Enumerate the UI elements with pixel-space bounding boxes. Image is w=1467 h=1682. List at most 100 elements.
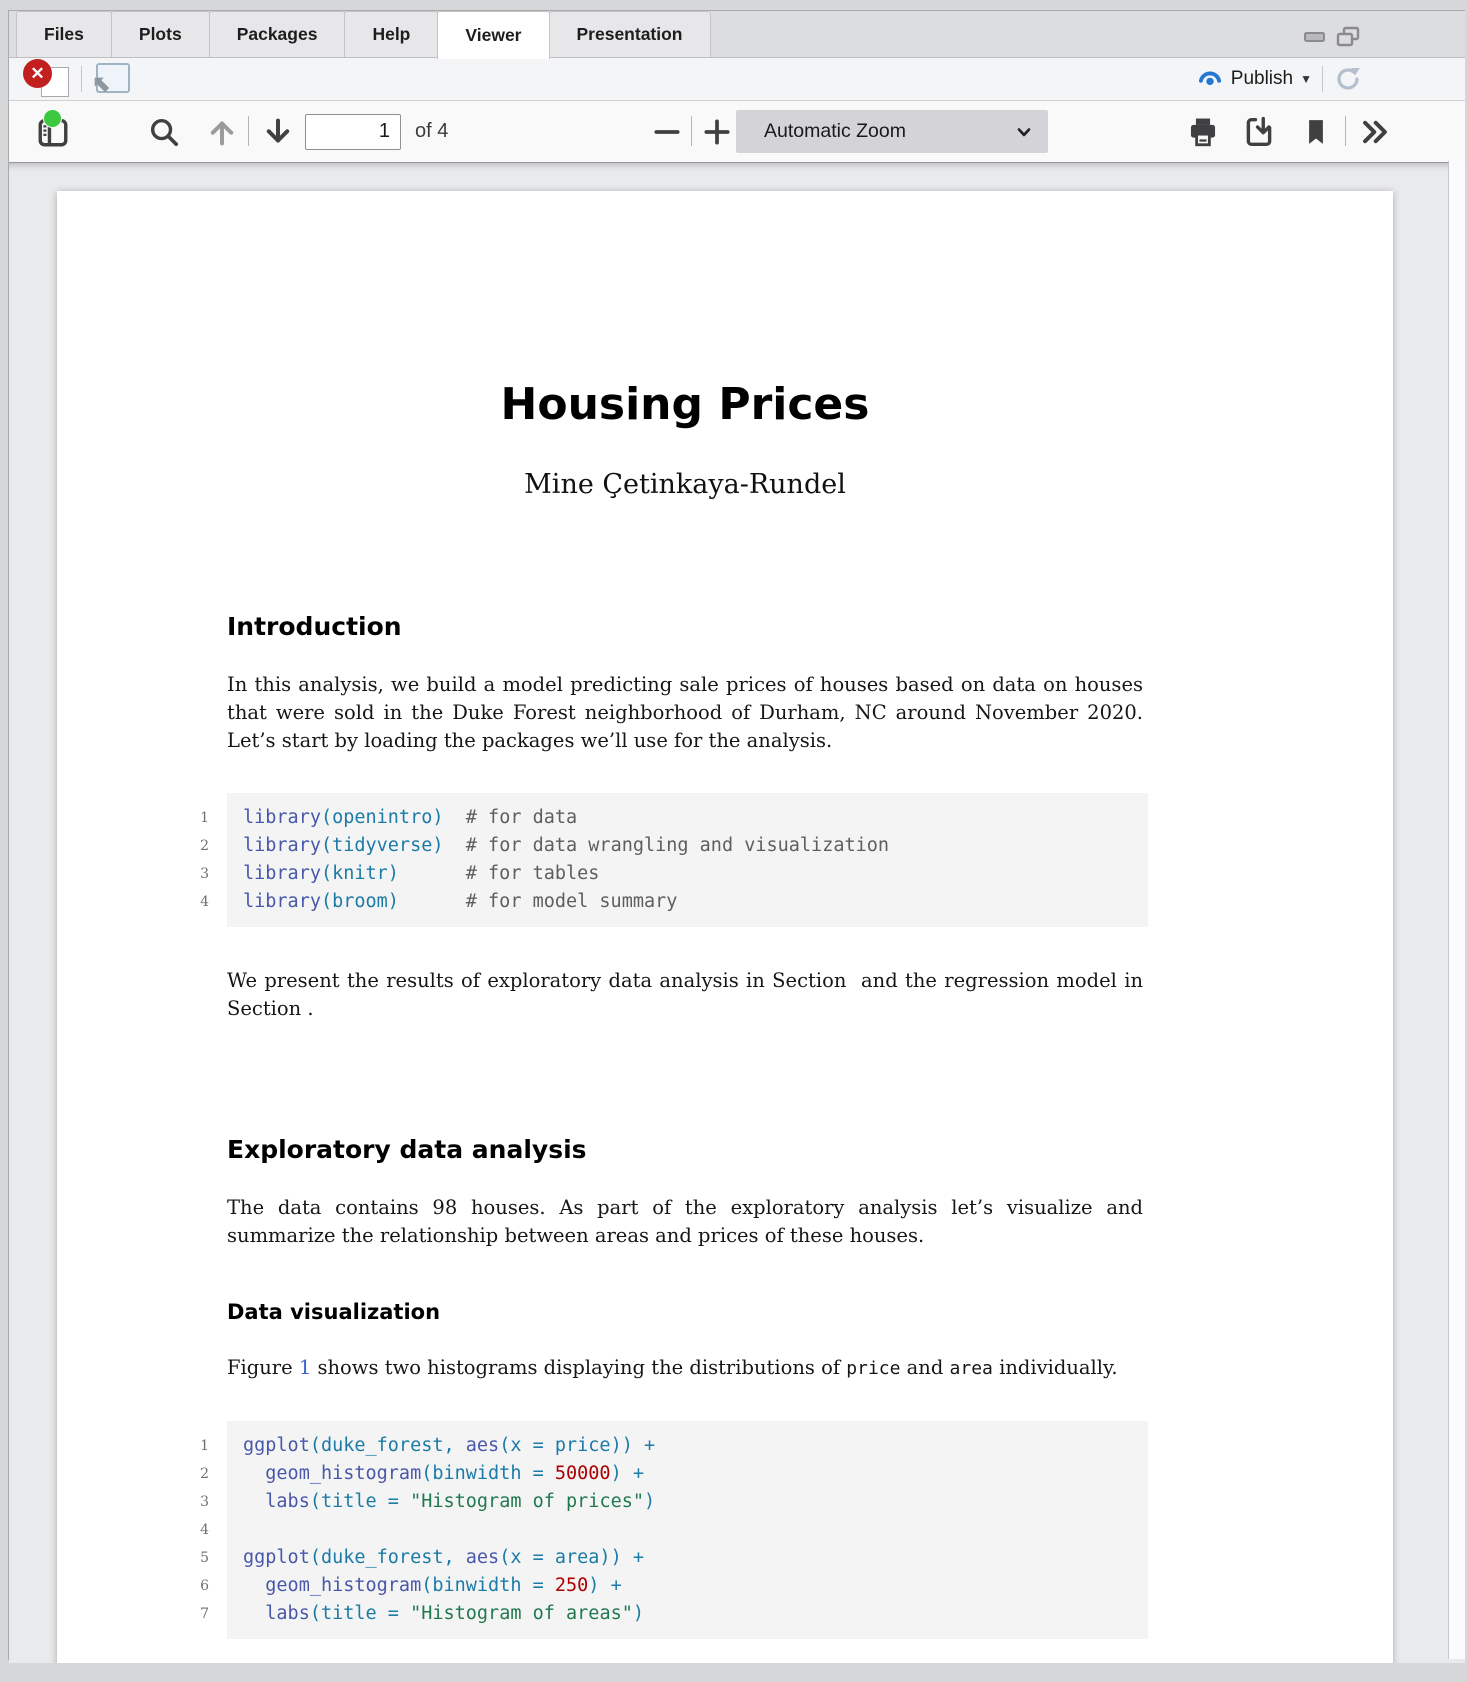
zoom-in-button[interactable] <box>701 116 733 148</box>
code-token: labs <box>265 1491 310 1512</box>
doc-paragraph: Figure 1 shows two histograms displaying… <box>227 1354 1143 1383</box>
chevron-down-icon: ▼ <box>1300 72 1312 86</box>
code-token: (openintro) <box>321 807 444 828</box>
code-line <box>243 1516 1148 1544</box>
figure-reference-link[interactable]: 1 <box>299 1356 311 1379</box>
doc-paragraph: The data contains 98 houses. As part of … <box>227 1194 1143 1250</box>
maximize-pane-icon[interactable] <box>1335 26 1361 48</box>
code-token: ggplot <box>243 1435 310 1456</box>
zoom-out-button[interactable] <box>651 116 683 148</box>
text-run: and <box>900 1356 949 1379</box>
open-in-new-window-button[interactable]: ⬉ <box>92 63 130 95</box>
page-count-label: of 4 <box>415 120 448 143</box>
line-number: 1 <box>185 1432 209 1460</box>
code-token: ) <box>633 1603 644 1624</box>
toolbar-divider <box>691 116 692 146</box>
viewer-scrollbar[interactable] <box>1448 161 1465 1659</box>
tab-help[interactable]: Help <box>344 11 438 57</box>
minimize-pane-icon[interactable] <box>1303 28 1327 46</box>
code-token: (knitr) <box>321 863 399 884</box>
tab-plots[interactable]: Plots <box>111 11 210 57</box>
code-line: library(broom) # for model summary <box>243 888 1148 916</box>
line-number: 6 <box>185 1572 209 1600</box>
line-number: 4 <box>185 1516 209 1544</box>
code-token: 250 <box>555 1575 588 1596</box>
code-token: (title = <box>310 1491 410 1512</box>
code-line: geom_histogram(binwidth = 250) + <box>243 1572 1148 1600</box>
line-number: 3 <box>185 860 209 888</box>
tab-files[interactable]: Files <box>16 11 112 57</box>
line-number: 1 <box>185 804 209 832</box>
code-line-numbers: 1234 <box>185 793 209 927</box>
rstudio-viewer-pane: FilesPlotsPackagesHelpViewerPresentation… <box>8 10 1465 1660</box>
text-run: individually. <box>993 1356 1118 1379</box>
code-token: (duke_forest, <box>310 1435 466 1456</box>
text-run: We present the results of exploratory da… <box>227 969 1143 1020</box>
line-number: 2 <box>185 1460 209 1488</box>
search-button[interactable] <box>147 115 181 149</box>
code-token: geom_histogram <box>265 1575 421 1596</box>
code-token: library <box>243 891 321 912</box>
code-token: ) <box>644 1491 655 1512</box>
code-token: geom_histogram <box>265 1463 421 1484</box>
next-page-button[interactable] <box>261 115 295 149</box>
code-token <box>243 1463 265 1484</box>
current-view-bookmark-button[interactable] <box>1301 115 1331 149</box>
code-token: # for data wrangling and visualization <box>444 835 890 856</box>
code-token: library <box>243 863 321 884</box>
refresh-button[interactable] <box>1333 64 1363 94</box>
code-line: library(tidyverse) # for data wrangling … <box>243 832 1148 860</box>
doc-heading: Exploratory data analysis <box>227 1135 1143 1164</box>
code-line: ggplot(duke_forest, aes(x = area)) + <box>243 1544 1148 1572</box>
code-token: aes <box>466 1547 499 1568</box>
document-author: Mine Çetinkaya-Rundel <box>227 469 1143 500</box>
tab-viewer[interactable]: Viewer <box>437 11 549 59</box>
line-number: 3 <box>185 1488 209 1516</box>
page-number-input[interactable] <box>305 114 401 150</box>
code-token: library <box>243 835 321 856</box>
code-token: "Histogram of prices" <box>410 1491 644 1512</box>
code-line: library(openintro) # for data <box>243 804 1148 832</box>
doc-heading: Introduction <box>227 612 1143 641</box>
code-block: 1234library(openintro) # for datalibrary… <box>185 793 1148 927</box>
text-run: shows two histograms displaying the dist… <box>311 1356 846 1379</box>
tab-packages[interactable]: Packages <box>209 11 346 57</box>
code-line: geom_histogram(binwidth = 50000) + <box>243 1460 1148 1488</box>
code-token: # for model summary <box>399 891 677 912</box>
save-button[interactable] <box>1241 115 1277 149</box>
code-token: # for tables <box>399 863 599 884</box>
doc-paragraph: We present the results of exploratory da… <box>227 967 1143 1023</box>
text-run: Figure <box>227 1356 299 1379</box>
code-line-numbers: 1234567 <box>185 1421 209 1639</box>
code-token <box>243 1603 265 1624</box>
pdf-viewer-area: Housing Prices Mine Çetinkaya-Rundel Int… <box>9 163 1465 1663</box>
close-icon: ✕ <box>23 59 52 88</box>
print-button[interactable] <box>1185 115 1221 149</box>
chevron-down-icon <box>1014 122 1034 142</box>
publish-button[interactable]: Publish ▼ <box>1196 66 1312 92</box>
text-run: area <box>950 1358 993 1379</box>
line-number: 2 <box>185 832 209 860</box>
pane-tab-bar: FilesPlotsPackagesHelpViewerPresentation <box>9 11 1465 58</box>
code-token: (duke_forest, <box>310 1547 466 1568</box>
code-token: aes <box>466 1435 499 1456</box>
code-token: ggplot <box>243 1547 310 1568</box>
pdf-page: Housing Prices Mine Çetinkaya-Rundel Int… <box>57 191 1393 1663</box>
code-token: (title = <box>310 1603 410 1624</box>
line-number: 7 <box>185 1600 209 1628</box>
code-token <box>243 1491 265 1512</box>
clear-viewer-button[interactable]: ✕ <box>23 61 71 97</box>
more-tools-button[interactable] <box>1357 115 1393 149</box>
window-buttons <box>1303 26 1361 48</box>
code-block: 1234567ggplot(duke_forest, aes(x = price… <box>185 1421 1148 1639</box>
code-token: 50000 <box>555 1463 611 1484</box>
publish-label: Publish <box>1231 68 1293 90</box>
code-token: (broom) <box>321 891 399 912</box>
previous-page-button[interactable] <box>205 115 239 149</box>
code-token: (binwidth = <box>421 1575 555 1596</box>
tab-presentation[interactable]: Presentation <box>549 11 711 57</box>
zoom-select[interactable]: Automatic Zoom <box>736 110 1048 153</box>
code-token <box>243 1575 265 1596</box>
toolbar-divider <box>1322 66 1323 92</box>
document-body: IntroductionIn this analysis, we build a… <box>227 612 1143 1639</box>
